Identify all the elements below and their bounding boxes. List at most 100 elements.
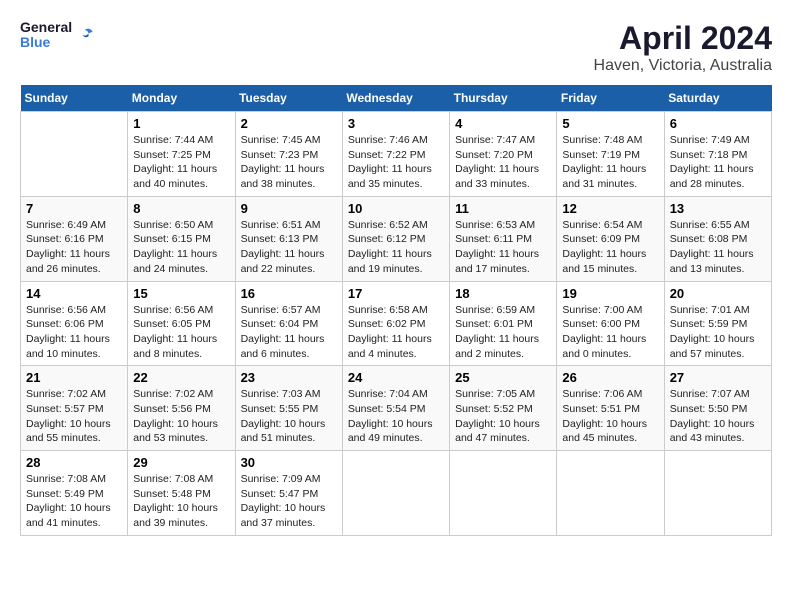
day-number: 5: [562, 116, 658, 131]
calendar-cell: 2 Sunrise: 7:45 AMSunset: 7:23 PMDaylight…: [235, 112, 342, 197]
day-info: Sunrise: 7:02 AMSunset: 5:56 PMDaylight:…: [133, 387, 229, 446]
day-info: Sunrise: 6:50 AMSunset: 6:15 PMDaylight:…: [133, 218, 229, 277]
calendar-cell: 7 Sunrise: 6:49 AMSunset: 6:16 PMDaylight…: [21, 196, 128, 281]
weekday-header-tuesday: Tuesday: [235, 85, 342, 112]
calendar-cell: 10Sunrise: 6:52 AMSunset: 6:12 PMDayligh…: [342, 196, 449, 281]
day-number: 25: [455, 370, 551, 385]
day-info: Sunrise: 6:58 AMSunset: 6:02 PMDaylight:…: [348, 303, 444, 362]
day-number: 23: [241, 370, 337, 385]
day-number: 12: [562, 201, 658, 216]
day-number: 4: [455, 116, 551, 131]
calendar-cell: 12 Sunrise: 6:54 AMSunset: 6:09 PMDayligh…: [557, 196, 664, 281]
calendar-table: SundayMondayTuesdayWednesdayThursdayFrid…: [20, 85, 772, 536]
calendar-cell: 6 Sunrise: 7:49 AMSunset: 7:18 PMDaylight…: [664, 112, 771, 197]
calendar-cell: 23Sunrise: 7:03 AMSunset: 5:55 PMDayligh…: [235, 366, 342, 451]
calendar-cell: [342, 451, 449, 536]
day-number: 13: [670, 201, 766, 216]
day-info: Sunrise: 7:06 AMSunset: 5:51 PMDaylight:…: [562, 387, 658, 446]
calendar-cell: 22 Sunrise: 7:02 AMSunset: 5:56 PMDayligh…: [128, 366, 235, 451]
day-info: Sunrise: 7:46 AMSunset: 7:22 PMDaylight:…: [348, 133, 444, 192]
day-info: Sunrise: 6:56 AMSunset: 6:05 PMDaylight:…: [133, 303, 229, 362]
calendar-cell: 11 Sunrise: 6:53 AMSunset: 6:11 PMDayligh…: [450, 196, 557, 281]
day-info: Sunrise: 6:57 AMSunset: 6:04 PMDaylight:…: [241, 303, 337, 362]
calendar-cell: 28 Sunrise: 7:08 AMSunset: 5:49 PMDayligh…: [21, 451, 128, 536]
calendar-cell: 25 Sunrise: 7:05 AMSunset: 5:52 PMDayligh…: [450, 366, 557, 451]
day-number: 7: [26, 201, 122, 216]
day-number: 28: [26, 455, 122, 470]
day-info: Sunrise: 7:45 AMSunset: 7:23 PMDaylight:…: [241, 133, 337, 192]
calendar-cell: 9 Sunrise: 6:51 AMSunset: 6:13 PMDaylight…: [235, 196, 342, 281]
day-info: Sunrise: 6:59 AMSunset: 6:01 PMDaylight:…: [455, 303, 551, 362]
day-number: 8: [133, 201, 229, 216]
day-number: 9: [241, 201, 337, 216]
day-number: 16: [241, 286, 337, 301]
calendar-cell: 3 Sunrise: 7:46 AMSunset: 7:22 PMDaylight…: [342, 112, 449, 197]
calendar-cell: 17 Sunrise: 6:58 AMSunset: 6:02 PMDayligh…: [342, 281, 449, 366]
day-info: Sunrise: 7:04 AMSunset: 5:54 PMDaylight:…: [348, 387, 444, 446]
day-info: Sunrise: 6:55 AMSunset: 6:08 PMDaylight:…: [670, 218, 766, 277]
day-info: Sunrise: 6:49 AMSunset: 6:16 PMDaylight:…: [26, 218, 122, 277]
calendar-cell: 30 Sunrise: 7:09 AMSunset: 5:47 PMDayligh…: [235, 451, 342, 536]
day-info: Sunrise: 6:51 AMSunset: 6:13 PMDaylight:…: [241, 218, 337, 277]
week-row-5: 28 Sunrise: 7:08 AMSunset: 5:49 PMDayligh…: [21, 451, 772, 536]
title-block: April 2024 Haven, Victoria, Australia: [594, 20, 772, 75]
day-number: 3: [348, 116, 444, 131]
day-info: Sunrise: 6:56 AMSunset: 6:06 PMDaylight:…: [26, 303, 122, 362]
calendar-cell: [450, 451, 557, 536]
calendar-cell: [557, 451, 664, 536]
day-info: Sunrise: 7:09 AMSunset: 5:47 PMDaylight:…: [241, 472, 337, 531]
week-row-4: 21 Sunrise: 7:02 AMSunset: 5:57 PMDayligh…: [21, 366, 772, 451]
calendar-cell: [664, 451, 771, 536]
day-number: 22: [133, 370, 229, 385]
calendar-cell: 26 Sunrise: 7:06 AMSunset: 5:51 PMDayligh…: [557, 366, 664, 451]
day-info: Sunrise: 7:47 AMSunset: 7:20 PMDaylight:…: [455, 133, 551, 192]
day-number: 2: [241, 116, 337, 131]
day-info: Sunrise: 7:01 AMSunset: 5:59 PMDaylight:…: [670, 303, 766, 362]
weekday-header-sunday: Sunday: [21, 85, 128, 112]
weekday-header-saturday: Saturday: [664, 85, 771, 112]
day-info: Sunrise: 6:52 AMSunset: 6:12 PMDaylight:…: [348, 218, 444, 277]
calendar-cell: 8 Sunrise: 6:50 AMSunset: 6:15 PMDaylight…: [128, 196, 235, 281]
calendar-cell: 13 Sunrise: 6:55 AMSunset: 6:08 PMDayligh…: [664, 196, 771, 281]
weekday-header-wednesday: Wednesday: [342, 85, 449, 112]
day-number: 27: [670, 370, 766, 385]
day-info: Sunrise: 7:08 AMSunset: 5:49 PMDaylight:…: [26, 472, 122, 531]
day-number: 11: [455, 201, 551, 216]
day-number: 20: [670, 286, 766, 301]
day-number: 17: [348, 286, 444, 301]
calendar-cell: [21, 112, 128, 197]
calendar-cell: 19 Sunrise: 7:00 AMSunset: 6:00 PMDayligh…: [557, 281, 664, 366]
day-info: Sunrise: 7:08 AMSunset: 5:48 PMDaylight:…: [133, 472, 229, 531]
day-info: Sunrise: 7:49 AMSunset: 7:18 PMDaylight:…: [670, 133, 766, 192]
calendar-cell: 24 Sunrise: 7:04 AMSunset: 5:54 PMDayligh…: [342, 366, 449, 451]
day-info: Sunrise: 7:02 AMSunset: 5:57 PMDaylight:…: [26, 387, 122, 446]
day-number: 21: [26, 370, 122, 385]
weekday-header-thursday: Thursday: [450, 85, 557, 112]
calendar-title: April 2024: [594, 20, 772, 57]
day-info: Sunrise: 7:00 AMSunset: 6:00 PMDaylight:…: [562, 303, 658, 362]
calendar-cell: 29Sunrise: 7:08 AMSunset: 5:48 PMDayligh…: [128, 451, 235, 536]
day-number: 15: [133, 286, 229, 301]
logo: General Blue: [20, 20, 96, 51]
calendar-subtitle: Haven, Victoria, Australia: [594, 57, 772, 75]
day-number: 6: [670, 116, 766, 131]
day-number: 1: [133, 116, 229, 131]
day-number: 18: [455, 286, 551, 301]
day-info: Sunrise: 7:48 AMSunset: 7:19 PMDaylight:…: [562, 133, 658, 192]
week-row-1: 1Sunrise: 7:44 AMSunset: 7:25 PMDaylight…: [21, 112, 772, 197]
day-info: Sunrise: 6:54 AMSunset: 6:09 PMDaylight:…: [562, 218, 658, 277]
day-number: 30: [241, 455, 337, 470]
week-row-3: 14 Sunrise: 6:56 AMSunset: 6:06 PMDayligh…: [21, 281, 772, 366]
day-number: 19: [562, 286, 658, 301]
day-info: Sunrise: 7:07 AMSunset: 5:50 PMDaylight:…: [670, 387, 766, 446]
logo-bird-icon: [76, 25, 96, 45]
day-info: Sunrise: 6:53 AMSunset: 6:11 PMDaylight:…: [455, 218, 551, 277]
weekday-header-monday: Monday: [128, 85, 235, 112]
day-number: 26: [562, 370, 658, 385]
day-number: 14: [26, 286, 122, 301]
day-number: 24: [348, 370, 444, 385]
calendar-cell: 16 Sunrise: 6:57 AMSunset: 6:04 PMDayligh…: [235, 281, 342, 366]
week-row-2: 7 Sunrise: 6:49 AMSunset: 6:16 PMDaylight…: [21, 196, 772, 281]
calendar-cell: 20 Sunrise: 7:01 AMSunset: 5:59 PMDayligh…: [664, 281, 771, 366]
day-info: Sunrise: 7:05 AMSunset: 5:52 PMDaylight:…: [455, 387, 551, 446]
